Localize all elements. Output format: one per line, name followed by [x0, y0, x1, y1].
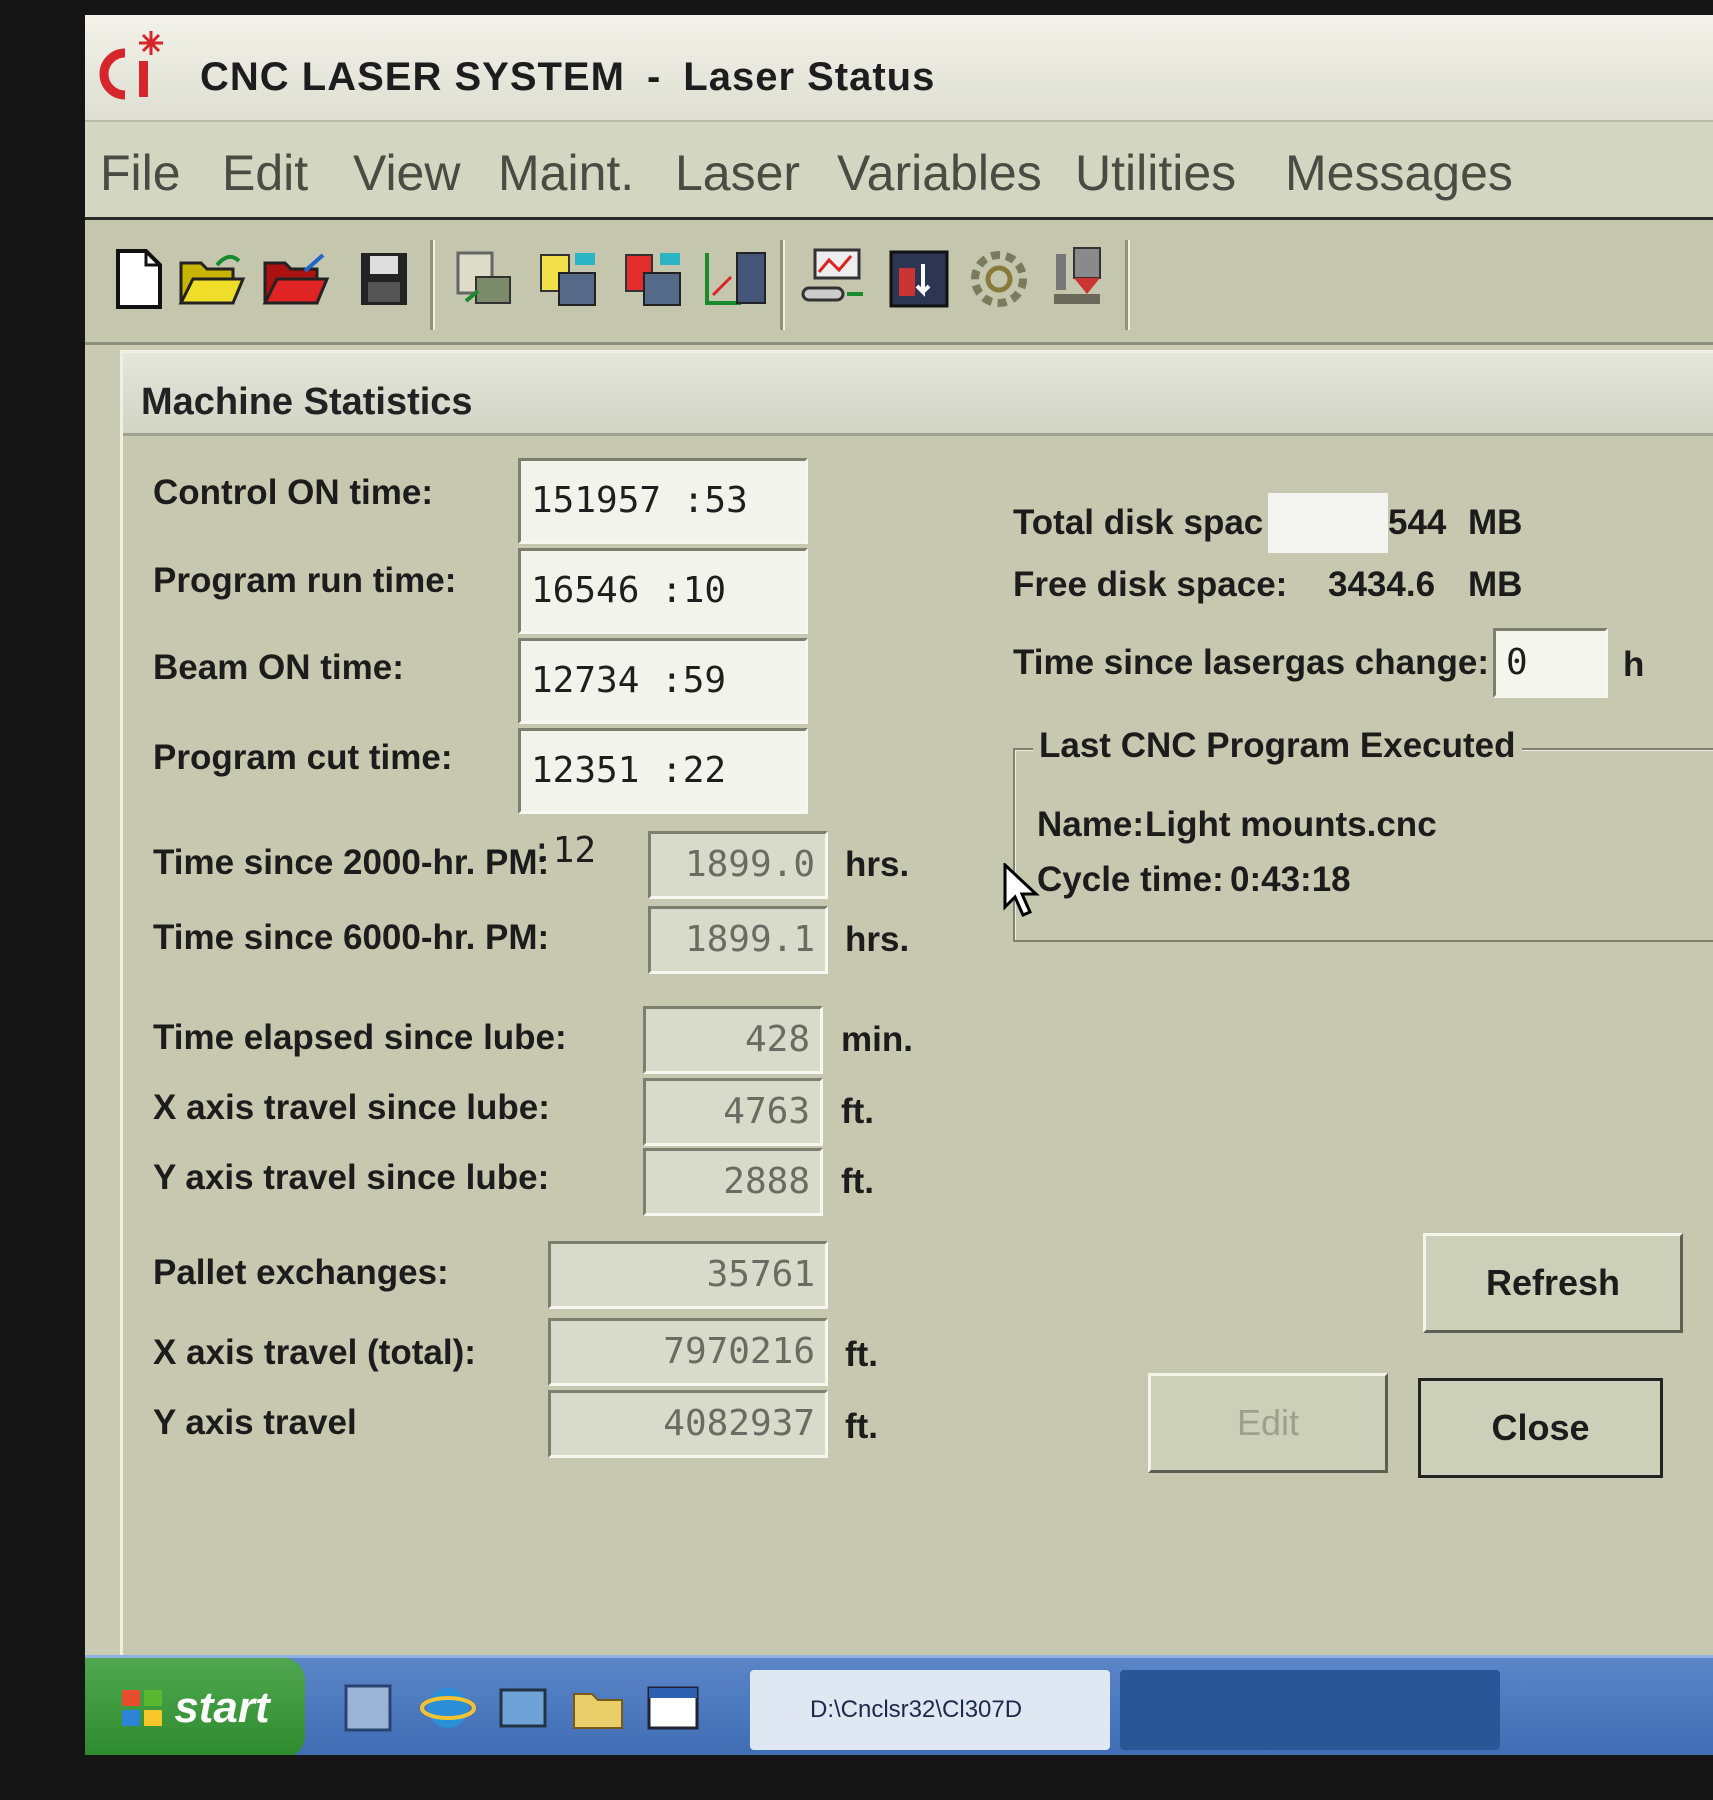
control-on-time-label: Control ON time:: [153, 473, 433, 512]
x-total-unit: ft.: [845, 1335, 879, 1374]
pm-6000-label: Time since 6000-hr. PM:: [153, 918, 550, 957]
redaction-box: [1268, 493, 1388, 553]
taskbar-item-cnclsr[interactable]: D:\Cnclsr32\Cl307D: [750, 1670, 1110, 1750]
menu-maint[interactable]: Maint.: [498, 144, 634, 202]
menu-edit[interactable]: Edit: [222, 144, 308, 202]
lasergas-unit: h: [1623, 645, 1645, 684]
y-lube-label: Y axis travel since lube:: [153, 1158, 550, 1197]
dialog-title: Machine Statistics: [141, 381, 473, 423]
y-lube-field: 2888: [643, 1148, 823, 1216]
free-disk-value: 3434.6: [1328, 565, 1436, 604]
menu-variables[interactable]: Variables: [837, 144, 1042, 202]
program-cut-time-label: Program cut time:: [153, 738, 453, 777]
total-disk-unit: MB: [1468, 503, 1523, 542]
program-name-value: Light mounts.cnc: [1145, 805, 1437, 844]
lube-time-field: 428: [643, 1006, 823, 1074]
x-lube-field: 4763: [643, 1078, 823, 1146]
toolbar-separator: [780, 240, 785, 330]
menu-laser[interactable]: Laser: [675, 144, 800, 202]
lasergas-field[interactable]: 0: [1493, 628, 1608, 698]
taskbar-item-laser[interactable]: [1120, 1670, 1500, 1750]
title-bar: CNC LASER SYSTEM - Laser Status: [85, 15, 1713, 122]
x-lube-label: X axis travel since lube:: [153, 1088, 550, 1127]
menu-file[interactable]: File: [100, 144, 181, 202]
windows-logo-icon: [122, 1690, 163, 1726]
title-separator: -: [646, 55, 662, 99]
lube-time-label: Time elapsed since lube:: [153, 1018, 567, 1057]
x-total-label: X axis travel (total):: [153, 1333, 476, 1372]
app-name: CNC LASER SYSTEM: [200, 55, 625, 99]
lens-tool-icon[interactable]: [1040, 240, 1118, 318]
show-desktop-icon[interactable]: [645, 1680, 701, 1736]
y-total-label: Y axis travel: [153, 1403, 357, 1442]
total-disk-value: 544: [1388, 503, 1447, 542]
menu-messages[interactable]: Messages: [1285, 144, 1513, 202]
open-folder-icon[interactable]: [173, 240, 251, 318]
menu-view[interactable]: View: [353, 144, 460, 202]
pm-6000-field: 1899.1: [648, 906, 828, 974]
pallet-exchanges-label: Pallet exchanges:: [153, 1253, 449, 1292]
lube-time-unit: min.: [841, 1020, 913, 1059]
free-disk-label: Free disk space:: [1013, 565, 1288, 604]
parameters-icon[interactable]: [530, 240, 608, 318]
x-total-field: 7970216: [548, 1318, 828, 1386]
y-total-unit: ft.: [845, 1407, 879, 1446]
export-folder-icon[interactable]: [257, 240, 335, 318]
material-table-icon[interactable]: [615, 240, 693, 318]
toolbar: [85, 220, 1713, 345]
program-run-time-label: Program run time:: [153, 561, 457, 600]
window-subtitle: Laser Status: [683, 55, 936, 99]
total-disk-label: Total disk spac: [1013, 503, 1264, 542]
folder-icon[interactable]: [570, 1680, 626, 1736]
last-program-group: Last CNC Program Executed Name: Light mo…: [1013, 726, 1713, 942]
control-on-time-field[interactable]: 151957 :53 :50: [518, 458, 808, 601]
desktop-icon[interactable]: [340, 1680, 396, 1736]
ci-logo: [99, 31, 163, 100]
toolbar-separator: [1125, 240, 1130, 330]
edit-button[interactable]: Edit: [1148, 1373, 1388, 1473]
menu-utilities[interactable]: Utilities: [1075, 144, 1236, 202]
dialog-title-bar: Machine Statistics: [123, 353, 1713, 436]
cycle-time-label: Cycle time:: [1037, 860, 1224, 899]
refresh-button[interactable]: Refresh: [1423, 1233, 1683, 1333]
y-lube-unit: ft.: [841, 1162, 875, 1201]
start-button[interactable]: start: [85, 1658, 305, 1755]
gear-icon[interactable]: [960, 240, 1038, 318]
beam-on-time-label: Beam ON time:: [153, 648, 404, 687]
mouse-cursor-icon: [1003, 863, 1040, 917]
program-cut-time-field[interactable]: 12351 :22 :12: [518, 728, 808, 871]
close-button[interactable]: Close: [1418, 1378, 1663, 1478]
screen: CNC LASER SYSTEM - Laser Status File Edit …: [85, 15, 1713, 1755]
last-program-legend: Last CNC Program Executed: [1033, 726, 1522, 766]
x-lube-unit: ft.: [841, 1092, 875, 1131]
menu-bar: File Edit View Maint. Laser Variables Ut…: [85, 122, 1713, 221]
internet-explorer-icon[interactable]: [420, 1680, 476, 1736]
beam-on-time-field[interactable]: 12734 :59 :31: [518, 638, 808, 781]
machine-statistics-dialog: Machine Statistics Control ON time: 1519…: [120, 350, 1713, 1676]
start-label: start: [174, 1683, 270, 1732]
pm-2000-unit: hrs.: [845, 845, 910, 884]
laser-head-icon[interactable]: [795, 240, 873, 318]
download-icon[interactable]: [880, 240, 958, 318]
program-name-label: Name:: [1037, 805, 1144, 844]
taskbar: start D:\Cnclsr32\Cl307D: [85, 1655, 1713, 1755]
program-run-time-field[interactable]: 16546 :10 :41: [518, 548, 808, 691]
lasergas-label: Time since lasergas change:: [1013, 643, 1489, 682]
explorer-icon[interactable]: [495, 1680, 551, 1736]
program-load-icon[interactable]: [445, 240, 523, 318]
pm-6000-unit: hrs.: [845, 920, 910, 959]
new-file-icon[interactable]: [100, 240, 178, 318]
axis-graph-icon[interactable]: [697, 240, 775, 318]
free-disk-unit: MB: [1468, 565, 1523, 604]
cycle-time-value: 0:43:18: [1230, 860, 1351, 899]
pallet-exchanges-field: 35761: [548, 1241, 828, 1309]
save-disk-icon[interactable]: [345, 240, 423, 318]
task-label: D:\Cnclsr32\Cl307D: [810, 1696, 1023, 1723]
toolbar-separator: [430, 240, 435, 330]
pm-2000-label: Time since 2000-hr. PM:: [153, 843, 550, 882]
y-total-field: 4082937: [548, 1390, 828, 1458]
pm-2000-field: 1899.0: [648, 831, 828, 899]
window-title: CNC LASER SYSTEM - Laser Status: [200, 55, 935, 100]
